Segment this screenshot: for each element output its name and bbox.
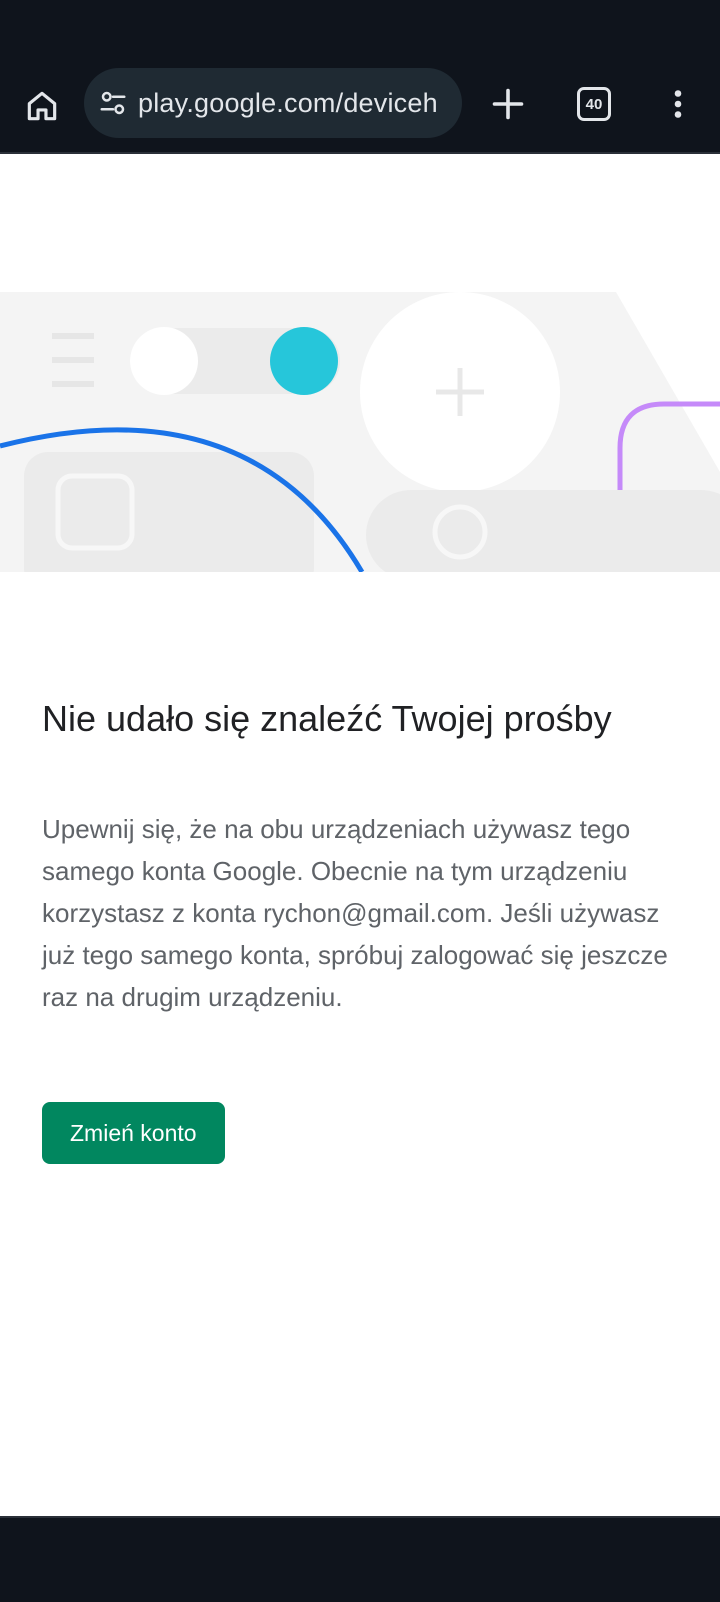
menu-button[interactable] bbox=[654, 80, 702, 128]
tune-icon[interactable] bbox=[96, 86, 130, 120]
error-illustration bbox=[0, 292, 720, 572]
navigation-bar bbox=[0, 1516, 720, 1602]
home-icon bbox=[27, 91, 57, 121]
tab-switcher-button[interactable]: 40 bbox=[570, 80, 618, 128]
status-bar bbox=[0, 0, 720, 64]
home-button[interactable] bbox=[18, 82, 66, 130]
address-bar[interactable]: play.google.com/deviceh bbox=[84, 68, 462, 138]
error-message: Upewnij się, że na obu urządzeniach używ… bbox=[42, 814, 668, 1012]
browser-toolbar: play.google.com/deviceh 40 bbox=[0, 64, 720, 154]
new-tab-button[interactable] bbox=[484, 80, 532, 128]
url-text[interactable]: play.google.com/deviceh bbox=[138, 88, 438, 119]
page-title: Nie udało się znaleźć Twojej prośby bbox=[42, 698, 612, 739]
plus-icon bbox=[492, 88, 524, 120]
tab-switcher-icon: 40 bbox=[577, 87, 611, 121]
tab-count: 40 bbox=[585, 95, 603, 113]
more-vert-icon bbox=[674, 90, 682, 118]
change-account-button[interactable]: Zmień konto bbox=[42, 1102, 225, 1164]
